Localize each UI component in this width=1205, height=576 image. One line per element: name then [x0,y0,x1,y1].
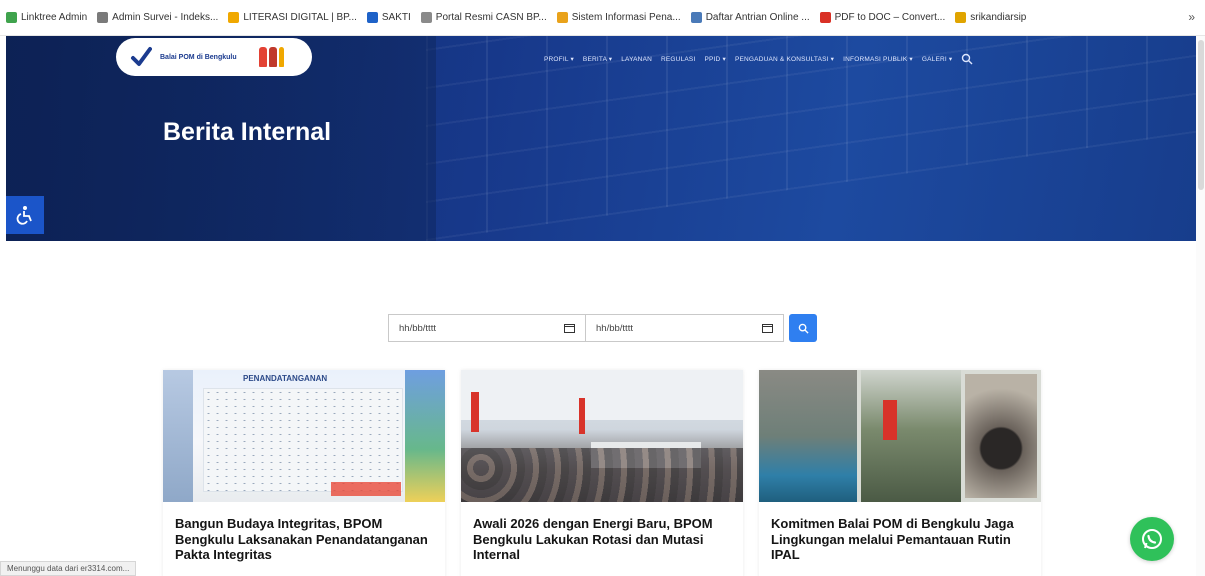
bookmarks-bar: Linktree Admin Admin Survei - Indeks... LI… [0,0,1205,36]
bookmark-favicon-icon [690,12,702,23]
start-date-input[interactable]: hh/bb/tttt [388,314,586,342]
nav-informasi-publik[interactable]: INFORMASI PUBLIK ▾ [843,55,913,63]
logo-text: Balai POM di Bengkulu [160,53,237,61]
bookmark-favicon-icon [97,12,109,23]
bookmark-label: srikandiarsip [970,12,1027,23]
news-card-title[interactable]: Bangun Budaya Integritas, BPOM Bengkulu … [175,516,433,563]
bookmark-item[interactable]: Daftar Antrian Online ... [690,12,810,23]
bookmark-favicon-icon [228,12,240,23]
whatsapp-button[interactable] [1130,517,1174,561]
end-date-placeholder: hh/bb/tttt [596,322,633,334]
end-date-input[interactable]: hh/bb/tttt [586,314,784,342]
news-card-image[interactable] [759,370,1041,502]
nav-galeri[interactable]: GALERI ▾ [922,55,953,63]
search-icon [798,323,809,334]
start-date-placeholder: hh/bb/tttt [399,322,436,334]
bookmark-favicon-icon [819,12,831,23]
calendar-icon[interactable] [762,323,773,333]
calendar-icon[interactable] [564,323,575,333]
news-card-title[interactable]: Komitmen Balai POM di Bengkulu Jaga Ling… [771,516,1029,563]
hero-banner: Balai POM di Bengkulu PROFIL ▾ BERITA ▾ … [6,36,1196,241]
date-filter: hh/bb/tttt hh/bb/tttt [388,314,817,342]
news-card[interactable]: PENANDATANGANAN Bangun Budaya Integritas… [163,370,445,576]
bookmark-label: Portal Resmi CASN BP... [435,12,547,23]
nav-ppid[interactable]: PPID ▾ [704,55,725,63]
bookmark-item[interactable]: PDF to DOC – Convert... [819,12,946,23]
bookmark-item[interactable]: Admin Survei - Indeks... [97,12,218,23]
bookmark-label: Sistem Informasi Pena... [571,12,681,23]
bookmark-item[interactable]: srikandiarsip [955,12,1026,23]
nav-profil[interactable]: PROFIL ▾ [544,55,574,63]
whatsapp-icon [1142,529,1162,549]
bookmark-label: Admin Survei - Indeks... [112,12,219,23]
bookmark-favicon-icon [955,12,967,23]
bookmark-item[interactable]: SAKTI [366,12,411,23]
mascot-figures [258,47,284,67]
main-navigation: PROFIL ▾ BERITA ▾ LAYANAN REGULASI PPID … [544,53,973,65]
nav-layanan[interactable]: LAYANAN [621,56,652,63]
news-card-image[interactable] [461,370,743,502]
wheelchair-icon [16,206,32,225]
banner-caption: PENANDATANGANAN [243,374,328,383]
bookmark-item[interactable]: LITERASI DIGITAL | BP... [228,12,357,23]
checkmark-logo-icon [131,47,152,66]
bookmark-label: SAKTI [381,12,411,23]
browser-status-bar: Menunggu data dari er3314.com... [0,561,137,576]
news-card-title[interactable]: Awali 2026 dengan Energi Baru, BPOM Beng… [473,516,731,563]
site-logo[interactable]: Balai POM di Bengkulu [116,38,312,76]
page-title: Berita Internal [163,118,332,146]
filter-search-button[interactable] [789,314,817,342]
building-backdrop [426,36,1196,241]
bookmark-favicon-icon [420,12,432,23]
bookmark-favicon-icon [556,12,568,23]
bookmark-item[interactable]: Linktree Admin [6,12,87,23]
bookmark-label: Daftar Antrian Online ... [705,12,810,23]
nav-berita[interactable]: BERITA ▾ [583,55,612,63]
bookmarks-overflow-button[interactable]: » [1188,10,1195,24]
bookmark-item[interactable]: Portal Resmi CASN BP... [420,12,547,23]
scrollbar-thumb[interactable] [1198,40,1204,190]
nav-regulasi[interactable]: REGULASI [661,56,695,63]
search-icon[interactable] [961,53,973,65]
bookmark-favicon-icon [6,12,17,23]
nav-pengaduan[interactable]: PENGADUAN & KONSULTASI ▾ [735,55,834,63]
bookmark-favicon-icon [366,12,378,23]
bookmark-item[interactable]: Sistem Informasi Pena... [556,12,681,23]
news-card[interactable]: Awali 2026 dengan Energi Baru, BPOM Beng… [461,370,743,576]
accessibility-button[interactable] [6,196,44,234]
news-card-image[interactable]: PENANDATANGANAN [163,370,445,502]
news-card[interactable]: Komitmen Balai POM di Bengkulu Jaga Ling… [759,370,1041,576]
bookmark-label: PDF to DOC – Convert... [834,12,946,23]
bookmark-label: Linktree Admin [21,12,88,23]
bookmark-label: LITERASI DIGITAL | BP... [243,12,357,23]
